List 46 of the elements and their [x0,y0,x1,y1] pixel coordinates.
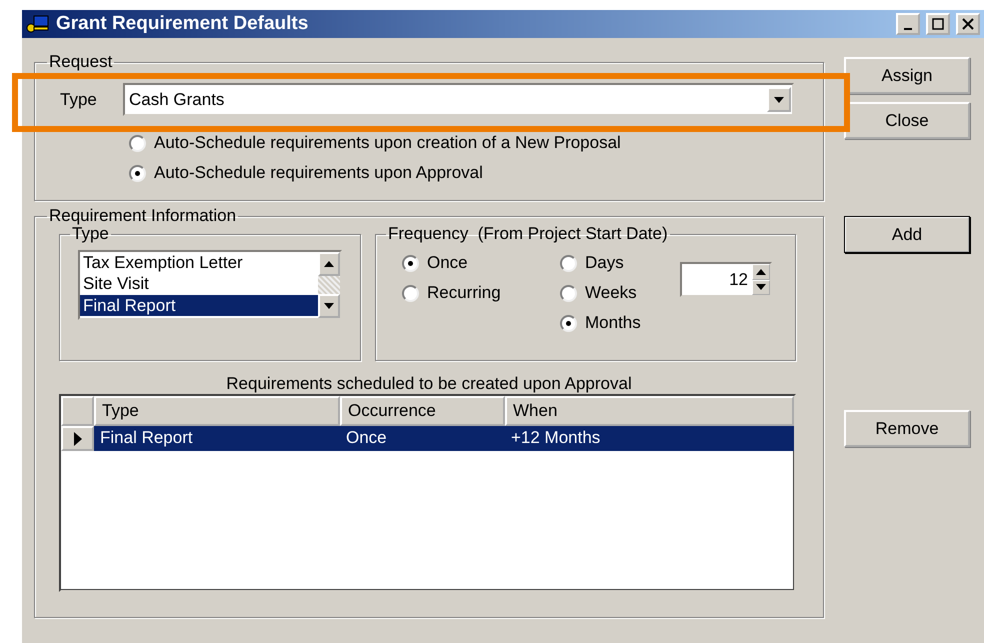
maximize-button[interactable] [926,13,950,35]
down-arrow-icon [756,284,766,290]
type-listbox[interactable]: Tax Exemption Letter Site Visit Final Report [78,250,342,320]
type-dropdown[interactable]: Cash Grants [123,83,794,116]
radio-option[interactable]: Days [560,248,646,278]
column-header[interactable]: Occurrence [340,396,505,426]
scroll-down-button[interactable] [318,294,340,318]
group-label: Requirement Information [49,206,236,225]
radio-option[interactable]: Recurring [402,278,560,308]
column-header[interactable]: When [505,396,794,426]
group-label: Request [49,52,112,71]
interval-spinner[interactable]: 12 [680,262,772,297]
table-cell-text: Final Report [99,427,194,449]
dropdown-button[interactable] [767,87,791,112]
radio-option[interactable]: Once [402,248,560,278]
minimize-button[interactable] [896,13,920,35]
minimize-icon [904,28,912,30]
add-button[interactable]: Add [844,216,970,253]
down-arrow-icon [324,303,334,309]
scroll-up-button[interactable] [318,252,340,276]
radio-option[interactable]: Auto-Schedule requirements upon creation of a New Proposal [129,128,813,158]
group-label: Frequency (From Project Start Date) [388,224,668,243]
close-button[interactable] [956,13,980,35]
column-header[interactable]: Type [94,396,340,426]
spin-up-button[interactable] [752,264,770,280]
group-label: Type [72,224,109,243]
window-title: Grant Requirement Defaults [56,13,310,35]
table-cell-text: +12 Months [510,427,602,449]
radio-option[interactable]: Months [560,308,646,338]
table-caption: Requirements scheduled to be created upon Approval [225,374,633,394]
remove-button[interactable]: Remove [844,410,970,447]
up-arrow-icon [756,268,766,275]
table-cell-text: Once [345,427,388,449]
table-row[interactable]: Final Report Once +12 Months [61,426,794,451]
radio-option[interactable]: Auto-Schedule requirements upon Approval [129,158,813,188]
caret-icon [774,96,784,102]
list-item[interactable]: Final Report [80,294,318,316]
field-label: Type [59,90,98,110]
radio-option[interactable]: Weeks [560,278,646,308]
maximize-icon [932,18,944,30]
spin-down-button[interactable] [752,280,770,295]
dialog-button[interactable]: Assign [844,57,970,94]
dialog-button[interactable]: Close [844,102,970,139]
close-icon [962,18,974,30]
up-arrow-icon [324,261,334,267]
current-row-icon [74,432,82,446]
